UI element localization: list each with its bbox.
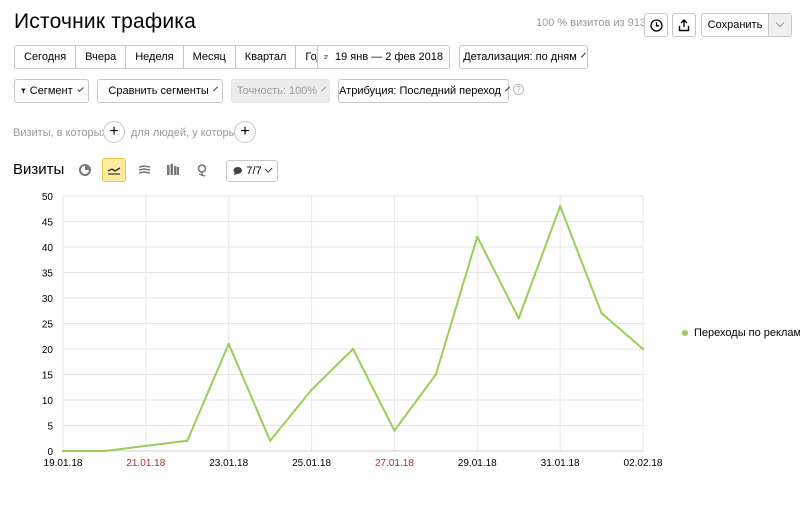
visits-line-chart: 0 5 10 15 20 25 30 35 40 45 50 19.01.18 21.01.18 23.0…: [42, 192, 663, 469]
chevron-down-icon: [775, 18, 785, 28]
chevron-down-icon: [212, 86, 218, 92]
chart-type-pie[interactable]: [73, 158, 97, 182]
y-tick-label: 25: [42, 320, 54, 331]
data-point: [268, 439, 272, 442]
chevron-down-icon: [504, 86, 510, 92]
data-point: [61, 449, 65, 453]
pie-chart-icon: [79, 164, 91, 176]
plus-icon: +: [109, 123, 119, 140]
y-tick-label: 40: [42, 243, 54, 254]
help-icon[interactable]: ?: [513, 84, 524, 95]
save-report-group: Сохранить: [701, 13, 792, 37]
chevron-down-icon: [580, 52, 586, 58]
attribution-label: Атрибуция: Последний переход: [339, 85, 501, 97]
area-chart-icon: [138, 165, 150, 174]
data-point: [517, 317, 520, 320]
y-tick-label: 30: [42, 294, 54, 305]
chevron-down-icon: [321, 86, 327, 92]
data-point: [476, 235, 479, 238]
y-tick-label: 0: [47, 447, 53, 458]
segment-label: Сегмент: [29, 85, 73, 97]
y-tick-label: 20: [42, 345, 54, 356]
chart-legend: Переходы по рекламе: [682, 327, 800, 339]
filter-icon: [21, 88, 26, 94]
data-point: [227, 342, 230, 346]
add-visit-condition-button[interactable]: +: [103, 121, 125, 143]
y-tick-label: 35: [42, 269, 54, 280]
y-tick-label: 15: [42, 371, 54, 382]
save-menu-button[interactable]: [769, 14, 791, 36]
plus-icon: +: [240, 123, 250, 140]
data-point: [103, 449, 106, 453]
data-point: [600, 312, 603, 315]
x-tick-label: 23.01.18: [209, 458, 248, 469]
y-tick-label: 45: [42, 218, 54, 229]
data-point: [351, 347, 355, 351]
period-today[interactable]: Сегодня: [15, 46, 77, 68]
date-range-picker[interactable]: 19 янв — 2 фев 2018: [317, 45, 450, 69]
comment-icon: [233, 166, 242, 176]
detail-label: Детализация: по дням: [463, 51, 577, 63]
compare-segments-dropdown[interactable]: Сравнить сегменты: [97, 79, 223, 103]
page-title: Источник трафика: [14, 10, 196, 33]
data-point: [310, 388, 313, 391]
period-quarter[interactable]: Квартал: [236, 46, 297, 68]
series-line: [63, 205, 644, 452]
chevron-down-icon: [76, 85, 84, 93]
chart-type-map[interactable]: [190, 158, 214, 182]
x-tick-label: 27.01.18: [375, 458, 414, 469]
y-tick-label: 10: [42, 396, 54, 407]
line-chart-icon: [107, 167, 121, 175]
x-tick-label: 19.01.18: [44, 458, 83, 469]
date-range-label: 19 янв — 2 фев 2018: [335, 51, 443, 63]
chart-section-title: Визиты: [13, 161, 65, 178]
visits-condition-label: Визиты, в которых: [13, 127, 107, 139]
bar-chart-icon: [167, 164, 179, 175]
chart-type-line[interactable]: [102, 158, 126, 182]
legend-swatch: [682, 330, 688, 336]
segment-dropdown[interactable]: Сегмент: [14, 79, 89, 103]
add-people-condition-button[interactable]: +: [234, 121, 256, 143]
detail-dropdown[interactable]: Детализация: по дням: [459, 45, 588, 69]
clock-icon: [649, 18, 663, 32]
x-tick-label: 25.01.18: [292, 458, 331, 469]
legend-label[interactable]: Переходы по рекламе: [694, 327, 800, 339]
export-button[interactable]: [672, 13, 696, 37]
chart-type-area[interactable]: [132, 158, 156, 182]
y-tick-label: 50: [42, 192, 54, 203]
visits-sample-info: 100 % визитов из 913: [536, 17, 646, 29]
x-tick-label: 29.01.18: [458, 458, 497, 469]
chart-type-columns[interactable]: [161, 158, 185, 182]
period-week[interactable]: Неделя: [126, 46, 184, 68]
calendar-icon: [324, 55, 328, 59]
accuracy-label: Точность: 100%: [236, 85, 318, 97]
save-button[interactable]: Сохранить: [702, 14, 769, 36]
period-month[interactable]: Месяц: [184, 46, 236, 68]
data-point: [186, 439, 189, 442]
chevron-down-icon: [264, 165, 273, 173]
period-selector: Сегодня Вчера Неделя Месяц Квартал Год: [14, 45, 333, 69]
x-tick-label: 21.01.18: [126, 458, 165, 469]
data-point: [558, 205, 562, 208]
data-point: [393, 429, 396, 432]
data-point: [641, 347, 645, 351]
share-icon: [678, 18, 690, 31]
data-point: [144, 444, 148, 448]
y-tick-label: 5: [47, 422, 53, 433]
period-yesterday[interactable]: Вчера: [76, 46, 127, 68]
x-tick-label: 31.01.18: [541, 458, 580, 469]
compare-segments-label: Сравнить сегменты: [108, 85, 209, 97]
attribution-dropdown[interactable]: Атрибуция: Последний переход: [338, 79, 510, 103]
accuracy-dropdown[interactable]: Точность: 100%: [231, 79, 330, 103]
series-count-dropdown[interactable]: 7/7: [226, 160, 278, 182]
people-condition-label: для людей, у которых: [131, 127, 242, 139]
series-count-label: 7/7: [246, 165, 262, 177]
x-tick-label: 02.02.18: [624, 458, 663, 469]
map-pin-icon: [197, 163, 207, 177]
history-button[interactable]: [644, 13, 668, 37]
data-point: [434, 373, 438, 376]
